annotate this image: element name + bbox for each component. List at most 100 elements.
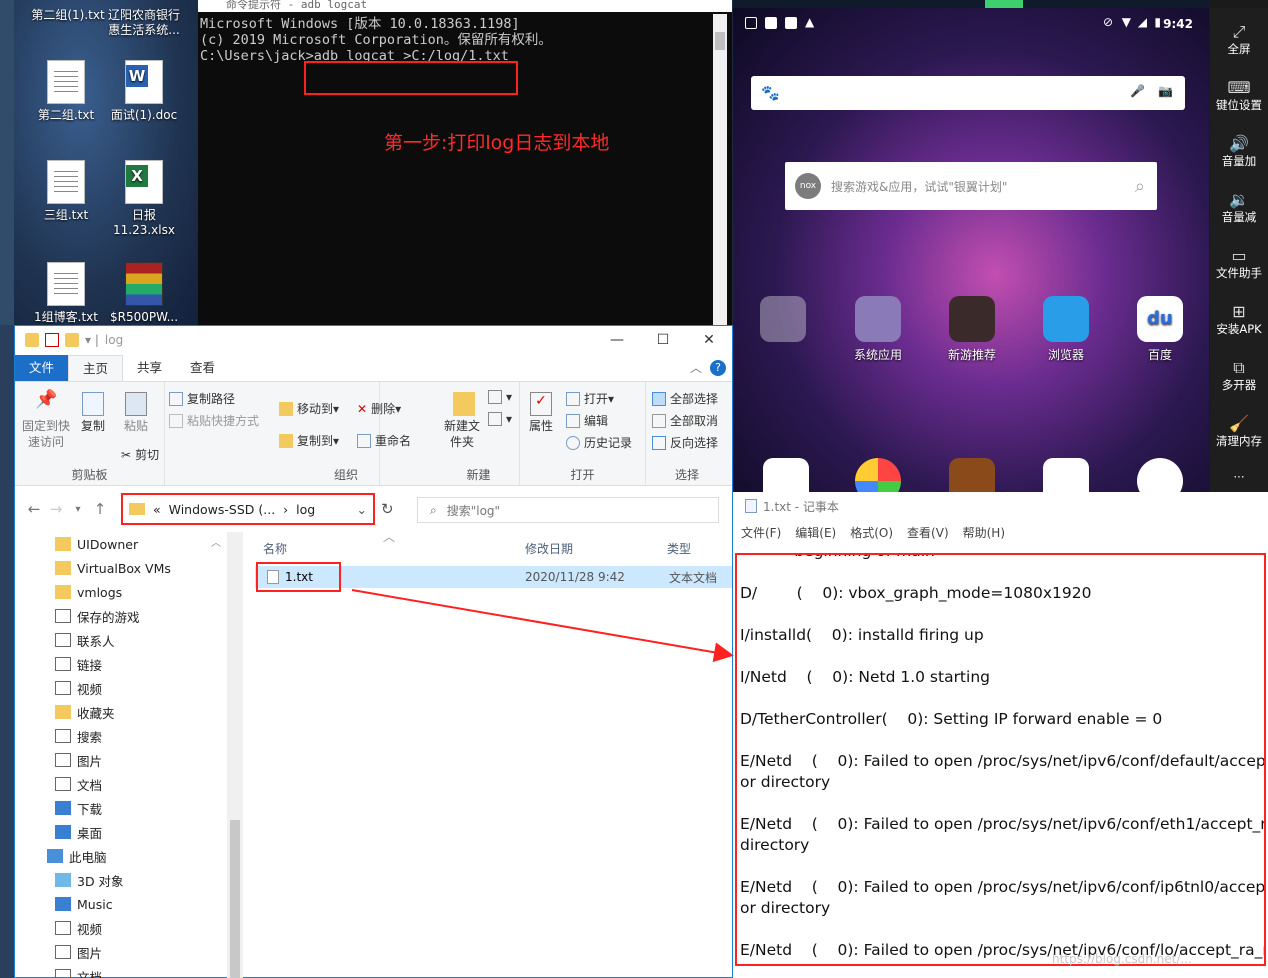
microphone-icon[interactable]: 🎤 <box>1130 84 1145 98</box>
select-all-button[interactable]: 全部选择 <box>652 390 718 407</box>
help-icon[interactable]: ? <box>710 359 726 376</box>
nav-scrollbar[interactable] <box>227 532 243 978</box>
recent-chevron-icon[interactable]: ▾ <box>67 504 89 515</box>
toolbar-volume-down-button[interactable]: 🔉 音量减 <box>1210 190 1268 224</box>
menu-format[interactable]: 格式(O) <box>850 524 893 541</box>
chevron-up-icon[interactable]: ︿ <box>211 534 221 549</box>
desktop-icon-group3[interactable]: 三组.txt <box>26 160 106 223</box>
column-type[interactable]: 类型 <box>667 540 691 557</box>
breadcrumb-drive[interactable]: Windows-SSD (... <box>169 502 276 517</box>
toolbar-file-helper-button[interactable]: ▭ 文件助手 <box>1210 246 1268 280</box>
cmd-window[interactable]: 命令提示符 - adb logcat Microsoft Windows [版本… <box>198 0 732 325</box>
menu-file[interactable]: 文件(F) <box>741 524 781 541</box>
tab-home[interactable]: 主页 <box>68 355 124 381</box>
cmd-scrollbar[interactable] <box>713 14 727 325</box>
select-none-button[interactable]: 全部取消 <box>652 412 718 429</box>
nav-item[interactable]: 文档 <box>15 964 243 978</box>
desktop-icon-rar[interactable]: $R500PW... <box>104 262 184 325</box>
nav-item[interactable]: 文档 <box>15 772 243 796</box>
nav-item[interactable]: 桌面 <box>15 820 243 844</box>
search-icon[interactable]: ⌕ <box>1135 176 1145 197</box>
desktop-icon-bank[interactable]: 辽阳农商银行惠生活系统... <box>104 8 184 38</box>
address-overflow[interactable]: « <box>153 502 161 517</box>
pin-quick-access-button[interactable]: 📌 固定到快速访问 <box>21 391 71 450</box>
new-item-button[interactable]: ▾ <box>488 390 512 404</box>
copy-to-button[interactable]: 复制到 ▾ <box>279 432 339 449</box>
toolbar-more-button[interactable]: ··· <box>1210 470 1268 484</box>
collapse-ribbon-icon[interactable]: ︿ <box>690 359 702 376</box>
chrome-icon[interactable] <box>855 458 901 492</box>
nav-item[interactable]: 3D 对象 <box>15 868 243 892</box>
close-button[interactable]: ✕ <box>686 326 732 354</box>
android-screen[interactable]: ▲ ⊘ ▼ ◢ ▮ 9:42 🐾 🎤 📷 nox 搜索游戏&应用，试试"银翼计划… <box>733 8 1209 492</box>
cmd-scroll-thumb[interactable] <box>715 32 725 50</box>
toolbar-install-apk-button[interactable]: ⊞ 安装APK <box>1210 302 1268 336</box>
emulator-window[interactable]: ▲ ⊘ ▼ ◢ ▮ 9:42 🐾 🎤 📷 nox 搜索游戏&应用，试试"银翼计划… <box>733 0 1268 492</box>
nav-item[interactable]: 链接 <box>15 652 243 676</box>
nav-item[interactable]: 保存的游戏 <box>15 604 243 628</box>
nav-item[interactable]: 联系人 <box>15 628 243 652</box>
history-button[interactable]: 历史记录 <box>566 434 632 451</box>
nav-item[interactable]: 收藏夹 <box>15 700 243 724</box>
tab-view[interactable]: 查看 <box>176 355 229 381</box>
game-icon[interactable] <box>949 458 995 492</box>
camera-icon[interactable]: 📷 <box>1158 84 1173 98</box>
column-name[interactable]: 名称 <box>263 540 287 557</box>
forward-arrow-icon[interactable]: → <box>45 500 67 518</box>
desktop-icon-interview[interactable]: W 面试(1).doc <box>104 60 184 123</box>
nav-item[interactable]: 图片 <box>15 748 243 772</box>
desktop-icon-group1-blog[interactable]: 1组博客.txt <box>26 262 106 325</box>
quick-access-dropdown-icon[interactable]: ▾ | <box>85 333 99 347</box>
nav-item[interactable]: 此电脑 <box>15 844 243 868</box>
app-baidu[interactable]: du 百度 <box>1127 296 1193 363</box>
chevron-down-icon[interactable]: ⌄ <box>357 502 367 517</box>
tab-file[interactable]: 文件 <box>15 355 69 381</box>
desktop-icon-daily[interactable]: X 日报11.23.xlsx <box>104 160 184 238</box>
nav-item[interactable]: UIDowner <box>15 532 243 556</box>
nav-item[interactable]: 下载 <box>15 796 243 820</box>
new-folder-icon[interactable] <box>65 333 79 347</box>
baidu-search-bar[interactable]: 🐾 🎤 📷 <box>751 76 1185 110</box>
desktop-icon-group2[interactable]: 第二组.txt <box>26 60 106 123</box>
nav-item[interactable]: 搜索 <box>15 724 243 748</box>
toolbar-volume-up-button[interactable]: 🔊 音量加 <box>1210 134 1268 168</box>
nav-item[interactable]: 图片 <box>15 940 243 964</box>
store-icon[interactable] <box>1043 458 1089 492</box>
notepad-text-area[interactable]: beginning of main D/ ( 0): vbox_graph_mod… <box>735 553 1266 966</box>
edit-button[interactable]: 编辑 <box>566 412 608 429</box>
app-new-games[interactable]: 新游推荐 <box>939 296 1005 363</box>
tab-share[interactable]: 共享 <box>123 355 176 381</box>
nav-item[interactable]: Music <box>15 892 243 916</box>
desktop-icon-group2-1[interactable]: 第二组(1).txt <box>28 8 108 23</box>
toolbar-clean-memory-button[interactable]: 🧹 清理内存 <box>1210 414 1268 448</box>
copy-path-button[interactable]: 复制路径 <box>169 390 235 407</box>
properties-button[interactable]: ✓ 属性 <box>526 392 556 434</box>
media-icon[interactable] <box>1137 458 1183 492</box>
file-explorer-window[interactable]: ▾ | log — ☐ ✕ 文件 主页 共享 查看 ︿ ? 📌 固定到快速访问 … <box>14 325 733 978</box>
menu-help[interactable]: 帮助(H) <box>963 524 1005 541</box>
minimize-button[interactable]: — <box>594 326 640 354</box>
paste-shortcut-button[interactable]: 粘贴快捷方式 <box>169 412 259 429</box>
properties-icon[interactable] <box>45 333 59 347</box>
app-system[interactable]: 系统应用 <box>845 296 911 363</box>
delete-button[interactable]: ✕ 删除 ▾ <box>357 400 401 417</box>
refresh-icon[interactable]: ↻ <box>381 500 394 518</box>
nav-scroll-thumb[interactable] <box>230 820 240 978</box>
notepad-window[interactable]: 1.txt - 记事本 文件(F) 编辑(E) 格式(O) 查看(V) 帮助(H… <box>733 492 1268 978</box>
up-arrow-icon[interactable]: ↑ <box>89 500 111 518</box>
move-to-button[interactable]: 移动到 ▾ <box>279 400 339 417</box>
toolbar-fullscreen-button[interactable]: ⤢ 全屏 <box>1210 22 1268 56</box>
cut-button[interactable]: ✂ 剪切 <box>121 446 159 463</box>
toolbar-multi-open-button[interactable]: ⧉ 多开器 <box>1210 358 1268 392</box>
back-arrow-icon[interactable]: ← <box>23 500 45 518</box>
menu-edit[interactable]: 编辑(E) <box>795 524 836 541</box>
copy-button[interactable]: 复制 <box>77 392 109 434</box>
breadcrumb-folder[interactable]: log <box>296 502 315 517</box>
menu-view[interactable]: 查看(V) <box>907 524 949 541</box>
google-icon[interactable] <box>763 458 809 492</box>
app-search-bar[interactable]: nox 搜索游戏&应用，试试"银翼计划" ⌕ <box>785 162 1157 210</box>
search-input[interactable]: ⌕ 搜索"log" <box>417 497 719 523</box>
easy-access-button[interactable]: ▾ <box>488 412 512 426</box>
address-input[interactable]: « Windows-SSD (... › log ⌄ <box>121 493 375 525</box>
toolbar-keyboard-button[interactable]: ⌨ 键位设置 <box>1210 78 1268 112</box>
